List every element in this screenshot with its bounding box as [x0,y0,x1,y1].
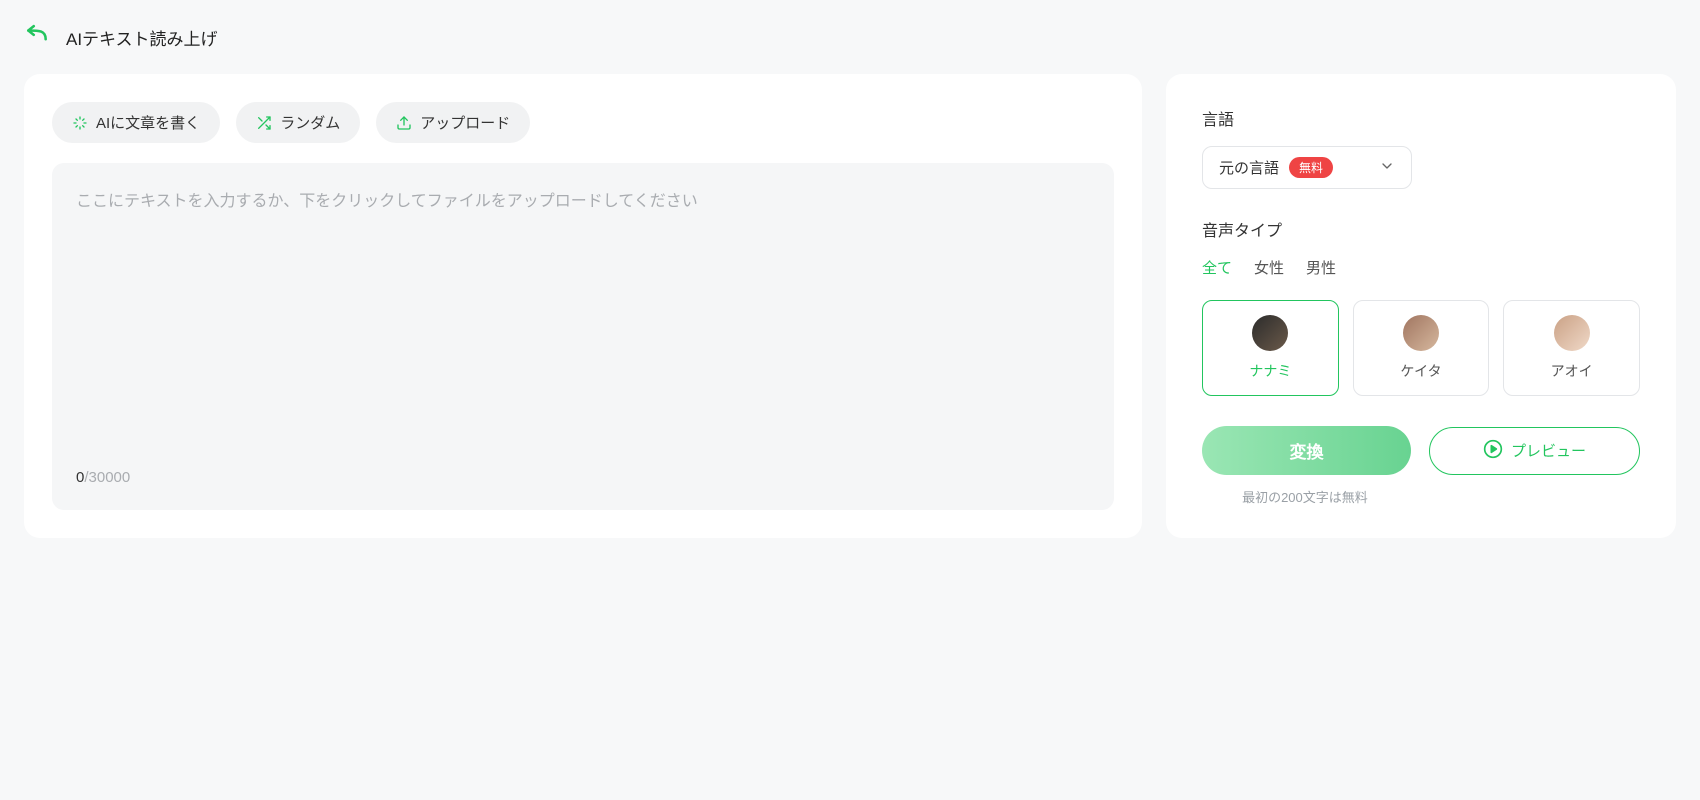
language-select[interactable]: 元の言語 無料 [1202,146,1412,189]
char-counter: 0/30000 [76,469,1090,486]
language-section-label: 言語 [1202,106,1640,130]
random-button[interactable]: ランダム [236,102,360,143]
voice-name: ナナミ [1211,361,1330,381]
text-input[interactable] [76,187,1090,461]
char-max: 30000 [89,469,131,486]
tab-male[interactable]: 男性 [1306,257,1336,282]
page-title: AIテキスト読み上げ [66,25,218,50]
convert-button[interactable]: 変換 [1202,426,1411,475]
voice-name: アオイ [1512,361,1631,381]
back-arrow-icon [24,24,50,50]
convert-hint: 最初の200文字は無料 [1202,487,1408,506]
settings-panel: 言語 元の言語 無料 音声タイプ 全て 女性 男性 ナナミ ケイタ [1166,74,1676,538]
editor-panel: AIに文章を書く ランダム アップロード 0/30000 [24,74,1142,538]
random-label: ランダム [280,112,340,133]
shuffle-icon [256,115,272,131]
avatar [1252,315,1288,351]
free-badge: 無料 [1289,157,1333,178]
voice-card-keita[interactable]: ケイタ [1353,300,1490,396]
upload-icon [396,115,412,131]
avatar [1403,315,1439,351]
tab-female[interactable]: 女性 [1254,257,1284,282]
chevron-down-icon [1379,158,1395,178]
voice-name: ケイタ [1362,361,1481,381]
voice-type-section-label: 音声タイプ [1202,217,1640,241]
ai-write-label: AIに文章を書く [96,112,200,133]
sparkle-icon [72,115,88,131]
avatar [1554,315,1590,351]
preview-label: プレビュー [1511,440,1586,461]
preview-button[interactable]: プレビュー [1429,427,1640,475]
back-button[interactable] [24,24,50,50]
ai-write-button[interactable]: AIに文章を書く [52,102,220,143]
upload-label: アップロード [420,112,510,133]
voice-card-aoi[interactable]: アオイ [1503,300,1640,396]
tab-all[interactable]: 全て [1202,257,1232,282]
voice-card-nanami[interactable]: ナナミ [1202,300,1339,396]
language-select-value: 元の言語 [1219,157,1279,178]
upload-button[interactable]: アップロード [376,102,530,143]
play-circle-icon [1483,439,1503,463]
